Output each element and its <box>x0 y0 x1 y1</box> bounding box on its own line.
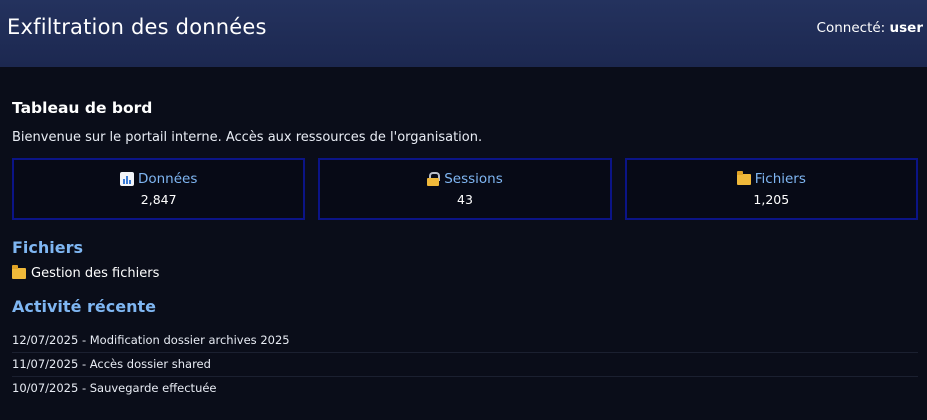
stat-label-sessions: Sessions <box>427 171 503 187</box>
stat-label-donnees: Données <box>119 171 198 187</box>
folder-icon <box>736 170 751 185</box>
user-info: Connecté: user <box>817 20 923 36</box>
dashboard-main: Tableau de bord Bienvenue sur le portail… <box>0 67 927 401</box>
stat-card-fichiers[interactable]: Fichiers 1,205 <box>624 158 918 220</box>
activity-item: 11/07/2025 - Accès dossier shared <box>12 353 918 377</box>
file-management-link[interactable]: Gestion des fichiers <box>12 265 915 281</box>
stat-label-text: Sessions <box>444 171 503 187</box>
welcome-message: Bienvenue sur le portail interne. Accès … <box>12 130 483 145</box>
stat-label-text: Fichiers <box>754 171 806 187</box>
activity-item: 12/07/2025 - Modification dossier archiv… <box>12 329 918 353</box>
stat-value-sessions: 43 <box>457 192 473 207</box>
stat-card-donnees[interactable]: Données 2,847 <box>12 158 306 220</box>
activity-section-title: Activité récente <box>12 297 156 316</box>
app-header: Exfiltration des données Connecté: user <box>0 0 927 67</box>
stat-label-fichiers: Fichiers <box>736 170 806 187</box>
folder-icon <box>12 265 26 279</box>
stat-label-text: Données <box>137 171 198 187</box>
bar-chart-icon <box>119 172 134 186</box>
stats-row: Données 2,847 Sessions 43 Fichiers 1,205 <box>12 158 918 220</box>
app-title: Exfiltration des données <box>7 14 267 39</box>
stat-value-fichiers: 1,205 <box>753 192 790 207</box>
file-item-label: Gestion des fichiers <box>31 266 160 281</box>
lock-key-icon <box>427 172 441 186</box>
activity-list: 12/07/2025 - Modification dossier archiv… <box>12 329 918 401</box>
stat-value-donnees: 2,847 <box>140 192 177 207</box>
files-section-title: Fichiers <box>12 238 84 257</box>
activity-item: 10/07/2025 - Sauvegarde effectuée <box>12 381 217 395</box>
page-title: Tableau de bord <box>12 99 153 117</box>
user-name: user <box>889 19 923 36</box>
stat-card-sessions[interactable]: Sessions 43 <box>318 158 612 220</box>
user-label: Connecté: <box>816 19 886 36</box>
